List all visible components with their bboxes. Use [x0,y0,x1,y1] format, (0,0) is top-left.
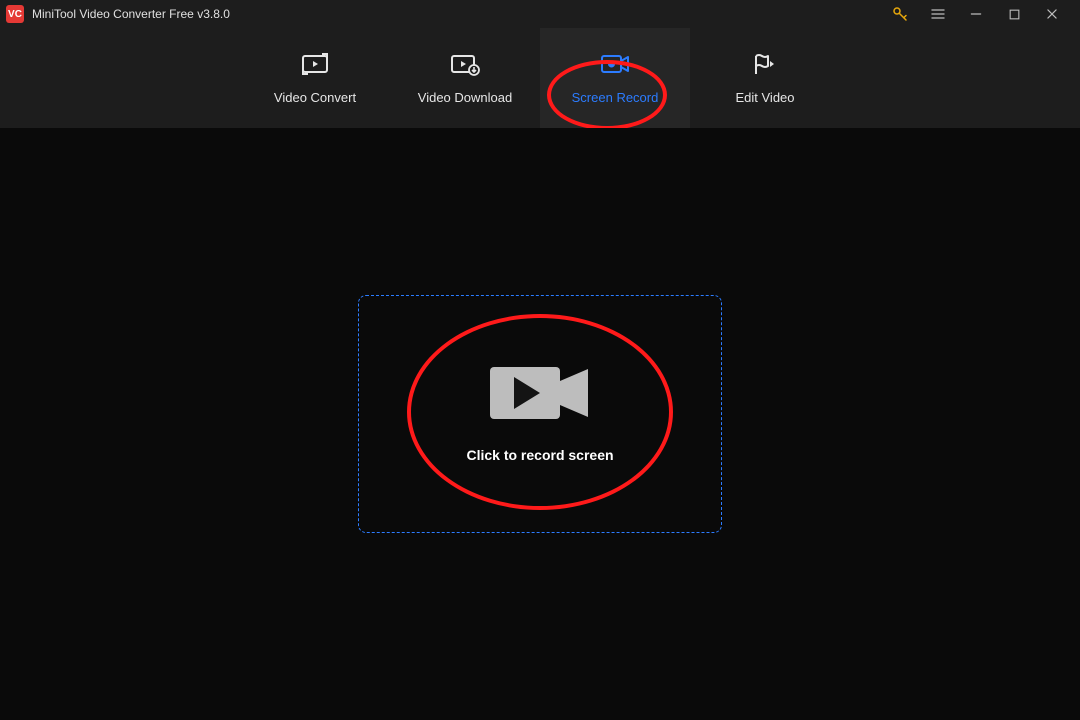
tab-label: Video Download [418,90,512,105]
app-title: MiniTool Video Converter Free v3.8.0 [32,7,888,21]
window-controls [888,2,1074,26]
upgrade-key-button[interactable] [888,2,912,26]
tab-edit-video[interactable]: Edit Video [690,28,840,128]
video-download-icon [450,52,480,76]
video-convert-icon [300,52,330,76]
menu-button[interactable] [926,2,950,26]
tab-video-convert[interactable]: Video Convert [240,28,390,128]
tab-label: Edit Video [735,90,794,105]
close-button[interactable] [1040,2,1064,26]
maximize-button[interactable] [1002,2,1026,26]
tab-video-download[interactable]: Video Download [390,28,540,128]
camera-record-icon [490,365,590,421]
tab-label: Screen Record [572,90,659,105]
tab-label: Video Convert [274,90,356,105]
record-screen-button[interactable]: Click to record screen [358,295,722,533]
tab-screen-record[interactable]: Screen Record [540,28,690,128]
app-logo-icon: VC [6,5,24,23]
record-prompt-label: Click to record screen [466,447,613,463]
main-content: Click to record screen [0,128,1080,720]
titlebar: VC MiniTool Video Converter Free v3.8.0 [0,0,1080,28]
main-tabs: Video Convert Video Download Screen Reco… [0,28,1080,128]
edit-video-icon [750,52,780,76]
minimize-button[interactable] [964,2,988,26]
screen-record-icon [600,52,630,76]
